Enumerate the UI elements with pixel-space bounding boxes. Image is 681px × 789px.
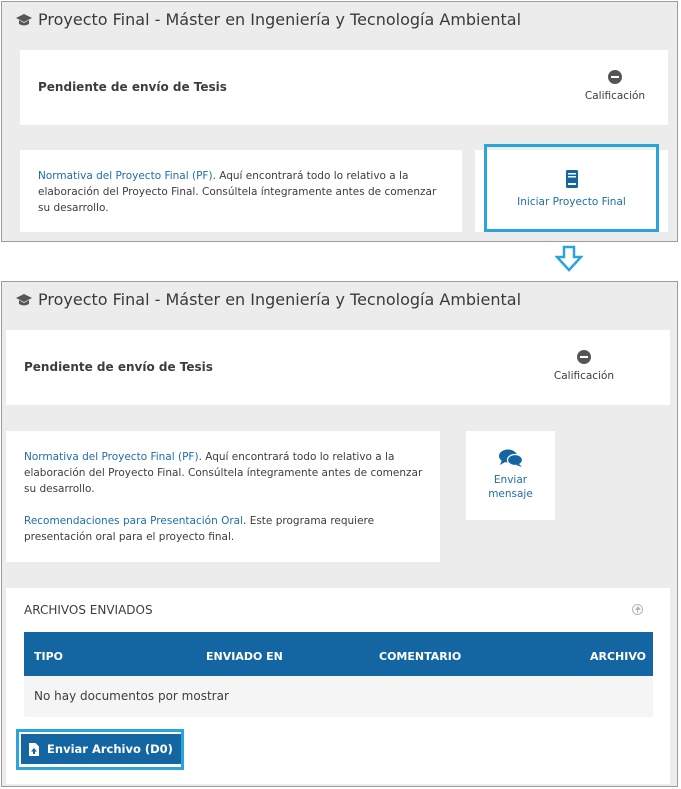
send-message-button[interactable]: Enviar mensaje [466, 449, 555, 501]
col-comentario: COMENTARIO [379, 650, 462, 663]
send-message-card[interactable]: Enviar mensaje [466, 431, 555, 520]
minus-circle-icon [577, 350, 591, 364]
normativa-link[interactable]: Normativa del Proyecto Final (PF) [38, 170, 213, 182]
status-card: Pendiente de envío de Tesis Calificación [6, 330, 670, 405]
normativa-link[interactable]: Normativa del Proyecto Final (PF) [24, 451, 199, 463]
normativa-paragraph: Normativa del Proyecto Final (PF). Aquí … [38, 168, 448, 216]
thesis-status: Pendiente de envío de Tesis [24, 360, 213, 374]
graduation-cap-icon [16, 293, 32, 305]
files-table-header: TIPO ENVIADO EN COMENTARIO ARCHIVO [24, 632, 653, 676]
panel-title: Proyecto Final - Máster en Ingeniería y … [16, 290, 521, 309]
thesis-status: Pendiente de envío de Tesis [38, 80, 227, 94]
start-project-highlight [484, 144, 659, 232]
status-card: Pendiente de envío de Tesis Calificación [20, 50, 668, 125]
files-header: ARCHIVOS ENVIADOS [24, 603, 153, 617]
empty-message: No hay documentos por mostrar [34, 689, 229, 703]
send-message-label-1: Enviar [493, 474, 528, 486]
send-message-label-2: mensaje [488, 488, 533, 500]
arrow-down-icon [555, 245, 583, 272]
panel-title: Proyecto Final - Máster en Ingeniería y … [16, 10, 521, 29]
info-card: Normativa del Proyecto Final (PF). Aquí … [20, 150, 462, 232]
minus-circle-icon [608, 70, 622, 84]
normativa-paragraph: Normativa del Proyecto Final (PF). Aquí … [24, 449, 424, 497]
grade-label: Calificación [584, 90, 646, 102]
col-archivo: ARCHIVO [590, 650, 647, 663]
bottom-panel: Proyecto Final - Máster en Ingeniería y … [1, 281, 678, 787]
grade-indicator: Calificación [560, 70, 670, 102]
col-tipo: TIPO [34, 650, 64, 663]
upload-button-highlight [16, 729, 184, 770]
grade-indicator: Calificación [529, 350, 639, 382]
col-enviado-en: ENVIADO EN [206, 650, 283, 663]
panel-title-text: Proyecto Final - Máster en Ingeniería y … [38, 10, 522, 29]
panel-title-text: Proyecto Final - Máster en Ingeniería y … [38, 290, 522, 309]
info-card: Normativa del Proyecto Final (PF). Aquí … [6, 431, 440, 562]
collapse-icon[interactable] [632, 604, 643, 615]
empty-table-row: No hay documentos por mostrar [24, 676, 653, 717]
recomendaciones-link[interactable]: Recomendaciones para Presentación Oral [24, 515, 243, 527]
graduation-cap-icon [16, 13, 32, 25]
recomendaciones-paragraph: Recomendaciones para Presentación Oral. … [24, 513, 424, 545]
grade-label: Calificación [553, 370, 615, 382]
chat-bubbles-icon [498, 449, 523, 467]
